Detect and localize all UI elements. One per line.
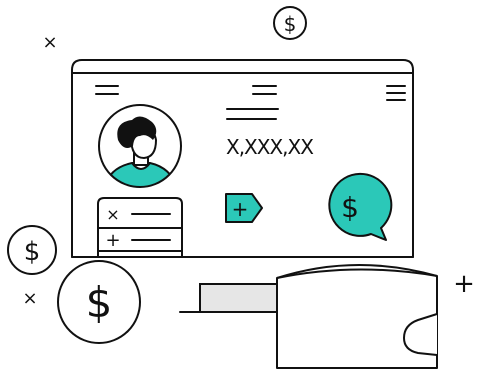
dollar-coin-top-icon: $ bbox=[273, 6, 307, 40]
wallet-icon bbox=[276, 263, 438, 369]
menu-icon-center[interactable] bbox=[252, 85, 277, 95]
sparkle-x-icon: × bbox=[22, 288, 37, 309]
dollar-coin-large-icon: $ bbox=[57, 260, 141, 344]
dollar-chat-bubble-icon[interactable]: $ bbox=[328, 172, 393, 241]
add-icon: + bbox=[105, 230, 120, 251]
menu-icon-right[interactable] bbox=[386, 85, 406, 101]
monitor-stand bbox=[199, 283, 285, 313]
sparkle-x-icon: × bbox=[42, 32, 57, 53]
dollar-symbol: $ bbox=[86, 278, 113, 327]
plus-icon: + bbox=[232, 197, 249, 221]
dollar-symbol: $ bbox=[341, 191, 359, 224]
dollar-coin-left-icon: $ bbox=[7, 225, 57, 275]
finance-illustration: $ × X,XXX,XX + $ × + $ × $ + bbox=[7, 6, 475, 369]
remove-icon: × bbox=[106, 205, 119, 224]
dollar-symbol: $ bbox=[284, 12, 297, 36]
dollar-symbol: $ bbox=[24, 237, 41, 267]
sparkle-plus-icon: + bbox=[453, 269, 475, 299]
balance-amount: X,XXX,XX bbox=[226, 135, 314, 159]
add-tag-button[interactable]: + bbox=[225, 193, 263, 223]
user-avatar[interactable] bbox=[98, 104, 182, 190]
mini-list-card: × + bbox=[97, 197, 183, 258]
menu-icon-left[interactable] bbox=[95, 85, 119, 95]
